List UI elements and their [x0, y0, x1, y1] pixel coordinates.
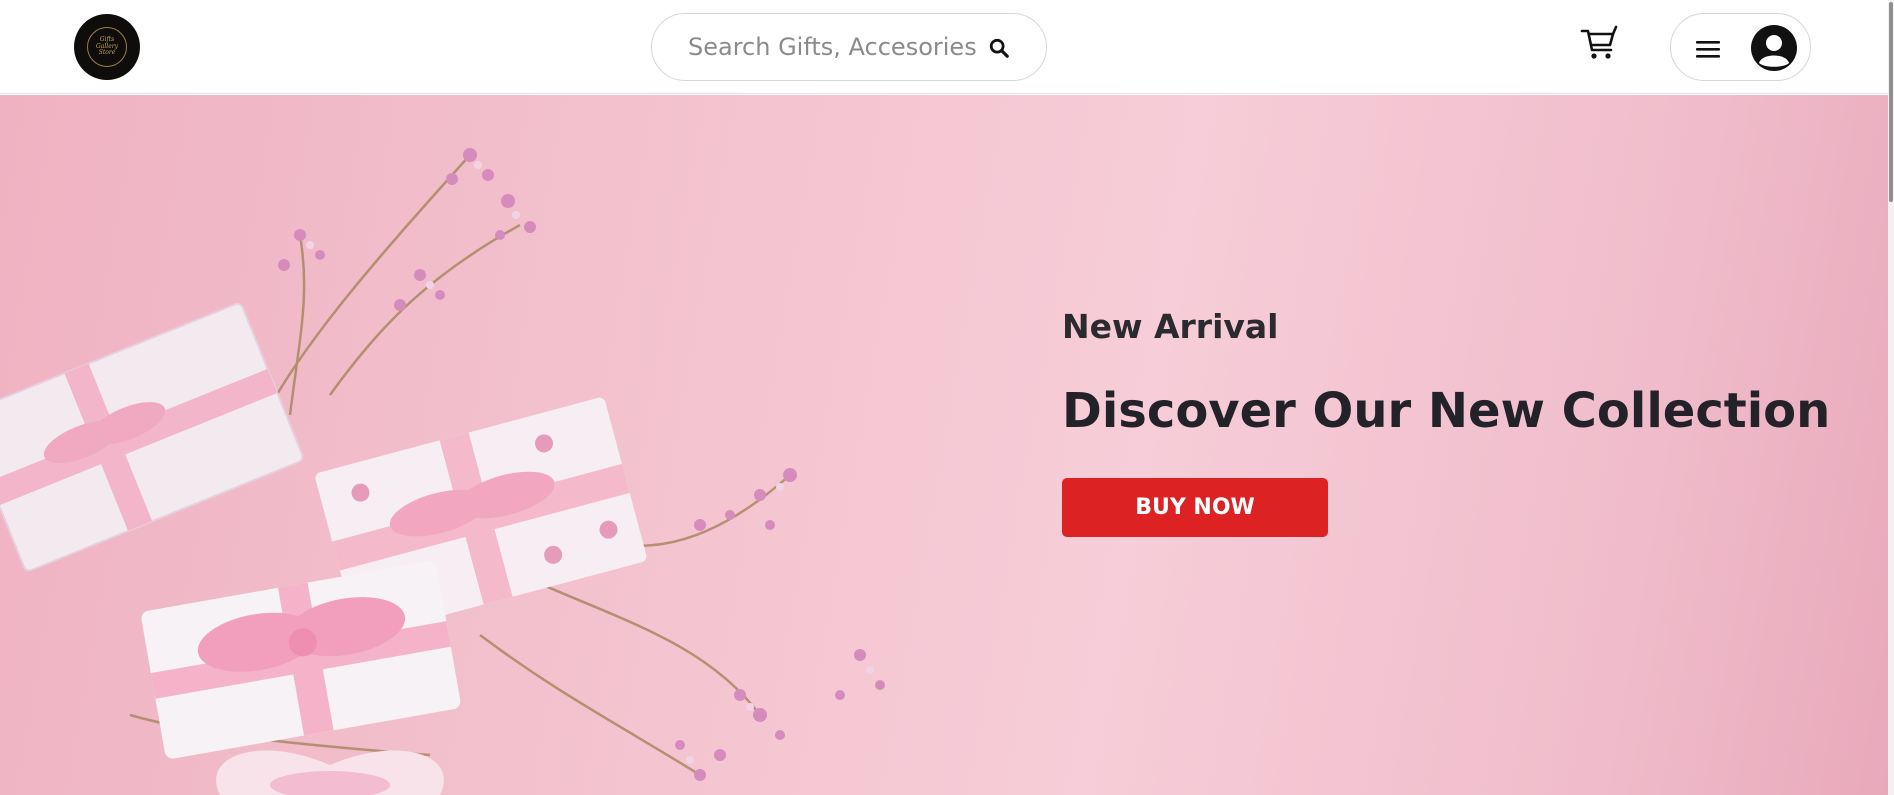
search-bar[interactable] — [651, 13, 1047, 81]
hero-content: New Arrival Discover Our New Collection … — [1062, 307, 1831, 537]
buy-now-button[interactable]: BUY NOW — [1062, 478, 1328, 537]
hero-subtitle: New Arrival — [1062, 307, 1279, 346]
site-header: Gifts Gallery Store — [0, 0, 1894, 94]
search-input[interactable] — [688, 28, 988, 66]
hamburger-menu-icon — [1696, 41, 1720, 58]
gift-boxes-flowers-image — [0, 148, 885, 795]
cart-icon[interactable] — [1580, 25, 1618, 61]
user-avatar-icon — [1751, 25, 1797, 71]
page-scrollbar[interactable] — [1888, 0, 1894, 795]
search-icon[interactable] — [988, 37, 1010, 59]
brand-logo[interactable]: Gifts Gallery Store — [74, 14, 140, 80]
logo-ring: Gifts Gallery Store — [87, 27, 127, 67]
logo-text: Gifts Gallery Store — [95, 36, 119, 57]
scrollbar-thumb[interactable] — [1889, 2, 1893, 202]
hero-title: Discover Our New Collection — [1062, 383, 1831, 439]
user-menu-button[interactable] — [1670, 13, 1811, 81]
hero-banner: New Arrival Discover Our New Collection … — [0, 95, 1888, 795]
